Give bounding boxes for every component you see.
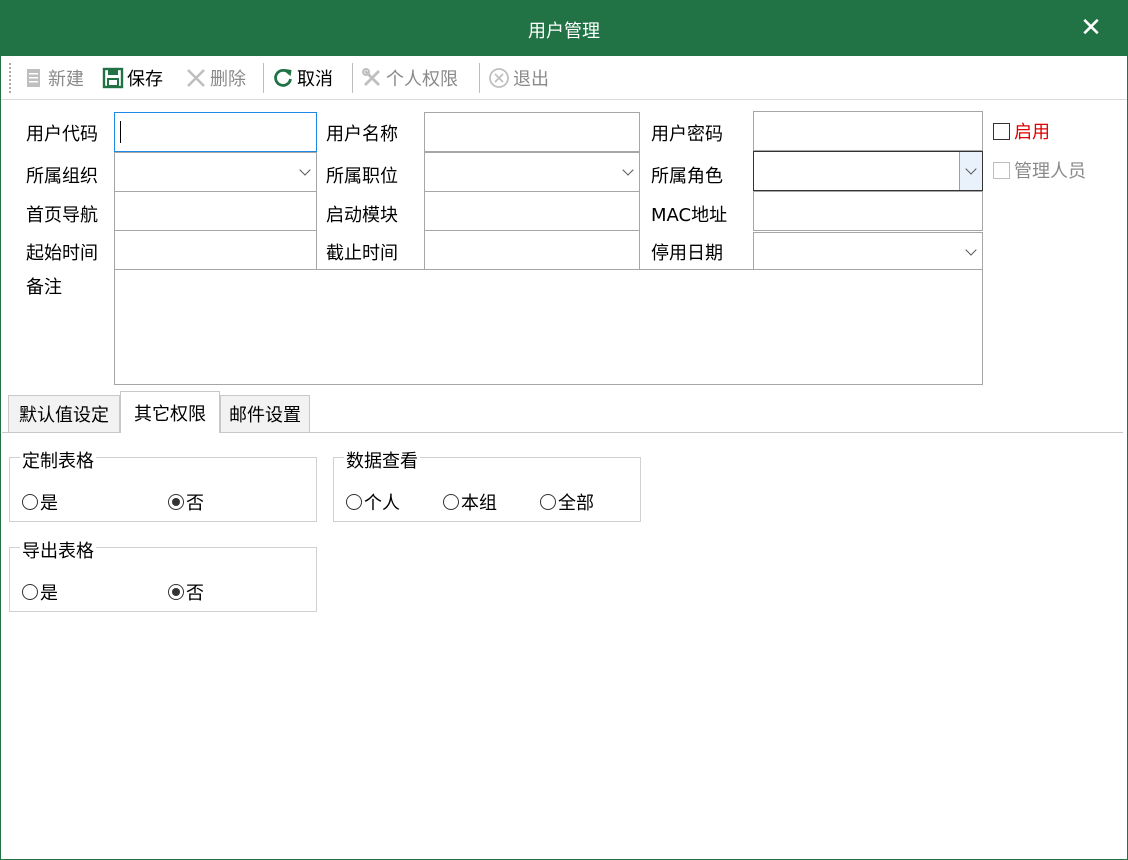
- custom-table-yes-label: 是: [40, 493, 58, 514]
- home-nav-input[interactable]: [114, 191, 317, 231]
- export-table-title: 导出表格: [20, 537, 96, 563]
- organization-label: 所属组织: [26, 166, 98, 187]
- admin-checkbox[interactable]: 管理人员: [993, 157, 1086, 183]
- new-doc-icon: [23, 67, 45, 89]
- role-label: 所属角色: [651, 166, 723, 187]
- password-label: 用户密码: [651, 124, 723, 145]
- new-button-label: 新建: [48, 69, 84, 90]
- admin-checkbox-box[interactable]: [993, 161, 1010, 179]
- start-time-label: 起始时间: [26, 243, 98, 264]
- export-table-group: 导出表格 是 否: [9, 537, 317, 612]
- user-name-input[interactable]: [424, 112, 640, 152]
- data-view-personal-radio[interactable]: 个人: [346, 489, 400, 515]
- user-code-input[interactable]: [114, 112, 317, 152]
- radio-circle[interactable]: [346, 494, 362, 510]
- custom-table-yes-radio[interactable]: 是: [22, 489, 58, 515]
- enabled-checkbox[interactable]: 启用: [993, 118, 1050, 144]
- home-nav-label: 首页导航: [26, 205, 98, 226]
- data-view-personal-label: 个人: [364, 493, 400, 514]
- export-table-no-label: 否: [186, 583, 204, 604]
- toolbar-separator: [352, 63, 353, 93]
- mac-address-label: MAC地址: [651, 205, 728, 226]
- radio-circle[interactable]: [540, 494, 556, 510]
- end-time-input[interactable]: [424, 230, 640, 270]
- toolbar-separator: [479, 63, 480, 93]
- save-button[interactable]: 保存: [102, 65, 163, 91]
- radio-circle[interactable]: [443, 494, 459, 510]
- refresh-icon: [272, 67, 294, 89]
- position-label: 所属职位: [326, 166, 398, 187]
- remark-textarea[interactable]: [114, 269, 983, 385]
- tab-mail-settings[interactable]: 邮件设置: [220, 395, 310, 432]
- radio-circle-selected[interactable]: [168, 494, 184, 510]
- delete-x-icon: [185, 67, 207, 89]
- toolbar: 新建 保存 删除 取消 个人权限 退出: [1, 56, 1127, 100]
- title-bar: 用户管理 ✕: [1, 1, 1127, 56]
- start-module-label: 启动模块: [326, 205, 398, 226]
- user-name-label: 用户名称: [326, 124, 398, 145]
- tab-panel-other-permissions: 定制表格 是 否 数据查看 个人 本组 全部 导出表格 是 否: [2, 432, 1123, 859]
- start-time-input[interactable]: [114, 230, 317, 270]
- exit-button[interactable]: 退出: [488, 65, 549, 91]
- mac-address-input[interactable]: [753, 191, 983, 231]
- user-management-window: 用户管理 ✕ 新建 保存 删除 取消 个人权限 退出 用户代码 用户名称 用户密…: [0, 0, 1128, 860]
- export-table-yes-radio[interactable]: 是: [22, 579, 58, 605]
- data-view-group-label: 本组: [461, 493, 497, 514]
- tab-default-values[interactable]: 默认值设定: [8, 395, 120, 432]
- save-icon: [102, 67, 124, 89]
- radio-circle[interactable]: [22, 494, 38, 510]
- export-table-no-radio[interactable]: 否: [168, 579, 204, 605]
- toolbar-separator: [263, 63, 264, 93]
- chevron-down-icon[interactable]: [617, 153, 639, 191]
- custom-table-group: 定制表格 是 否: [9, 447, 317, 522]
- delete-button-label: 删除: [210, 69, 246, 90]
- data-view-title: 数据查看: [344, 447, 420, 473]
- enabled-checkbox-label: 启用: [1014, 122, 1050, 143]
- start-module-input[interactable]: [424, 191, 640, 231]
- end-time-label: 截止时间: [326, 243, 398, 264]
- export-table-yes-label: 是: [40, 583, 58, 604]
- text-caret: [120, 121, 121, 143]
- cancel-button[interactable]: 取消: [272, 65, 333, 91]
- exit-circle-icon: [488, 67, 510, 89]
- chevron-down-icon[interactable]: [960, 233, 982, 271]
- radio-circle[interactable]: [22, 584, 38, 600]
- data-view-all-radio[interactable]: 全部: [540, 489, 594, 515]
- password-input[interactable]: [753, 111, 983, 151]
- toolbar-grip[interactable]: [9, 63, 14, 93]
- remark-label: 备注: [26, 277, 62, 298]
- personal-permission-button-label: 个人权限: [386, 69, 458, 90]
- tools-icon: [361, 67, 383, 89]
- organization-select[interactable]: [114, 152, 317, 192]
- tab-other-permissions[interactable]: 其它权限: [120, 391, 220, 433]
- data-view-all-label: 全部: [558, 493, 594, 514]
- chevron-down-icon[interactable]: [959, 152, 982, 190]
- close-icon[interactable]: ✕: [1077, 13, 1105, 43]
- new-button[interactable]: 新建: [23, 65, 84, 91]
- custom-table-no-label: 否: [186, 493, 204, 514]
- enabled-checkbox-box[interactable]: [993, 122, 1010, 140]
- data-view-group-radio[interactable]: 本组: [443, 489, 497, 515]
- chevron-down-icon[interactable]: [294, 153, 316, 191]
- position-select[interactable]: [424, 152, 640, 192]
- delete-button[interactable]: 删除: [185, 65, 246, 91]
- disable-date-label: 停用日期: [651, 243, 723, 264]
- cancel-button-label: 取消: [297, 69, 333, 90]
- save-button-label: 保存: [127, 69, 163, 90]
- disable-date-select[interactable]: [753, 232, 983, 272]
- personal-permission-button[interactable]: 个人权限: [361, 65, 458, 91]
- user-code-label: 用户代码: [26, 124, 98, 145]
- exit-button-label: 退出: [513, 69, 549, 90]
- data-view-group: 数据查看 个人 本组 全部: [333, 447, 641, 522]
- custom-table-no-radio[interactable]: 否: [168, 489, 204, 515]
- radio-circle-selected[interactable]: [168, 584, 184, 600]
- admin-checkbox-label: 管理人员: [1014, 161, 1086, 182]
- custom-table-title: 定制表格: [20, 447, 96, 473]
- window-title: 用户管理: [528, 21, 600, 42]
- role-select[interactable]: [753, 151, 983, 191]
